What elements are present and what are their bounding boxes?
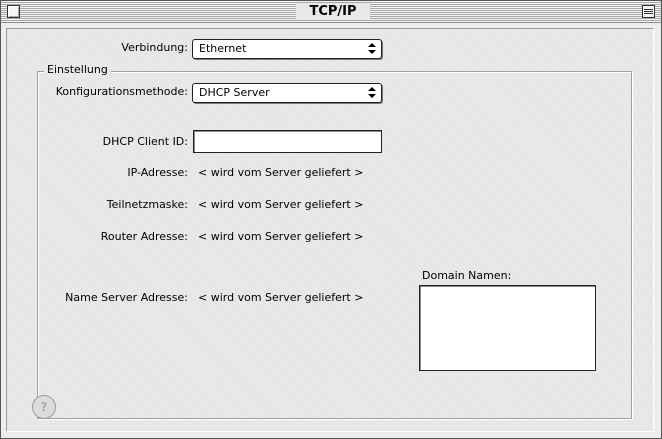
name-server-label: Name Server Adresse: [65,291,188,304]
domain-names-field[interactable] [419,285,596,371]
router-address-value: < wird vom Server geliefert > [198,230,364,243]
subnet-mask-value: < wird vom Server geliefert > [198,198,364,211]
dhcp-client-id-field[interactable] [193,130,382,153]
connection-popup-value: Ethernet [199,42,247,55]
settings-group-title: Einstellung [44,63,111,77]
config-method-label: Konfigurationsmethode: [55,85,188,98]
ip-address-value: < wird vom Server geliefert > [198,166,364,179]
connection-popup[interactable]: Ethernet [192,39,382,59]
close-box-icon[interactable] [7,5,20,18]
name-server-value: < wird vom Server geliefert > [198,291,364,304]
collapse-box-icon[interactable] [642,5,655,18]
config-method-popup[interactable]: DHCP Server [192,83,382,103]
help-icon: ? [40,400,48,414]
popup-arrows-icon [368,87,376,98]
window-title: TCP/IP [309,4,357,19]
popup-arrows-icon [368,43,376,54]
domain-names-label: Domain Namen: [422,269,512,282]
dhcp-client-id-label: DHCP Client ID: [102,135,188,148]
config-method-popup-value: DHCP Server [199,86,270,99]
router-address-label: Router Adresse: [100,230,188,243]
connection-label: Verbindung: [121,41,188,54]
ip-address-label: IP-Adresse: [127,166,188,179]
help-button[interactable]: ? [32,395,56,419]
title-bar[interactable]: TCP/IP [1,1,661,23]
subnet-mask-label: Teilnetzmaske: [106,198,188,211]
